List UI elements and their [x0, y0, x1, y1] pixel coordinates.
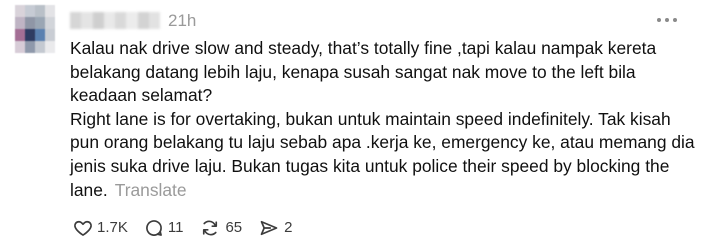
username-redacted[interactable] — [70, 12, 160, 29]
avatar[interactable] — [15, 5, 55, 53]
repost-button[interactable]: 65 — [199, 218, 242, 238]
repost-icon — [203, 220, 218, 236]
reply-button[interactable]: 11 — [144, 218, 184, 238]
post-paragraph: Right lane is for overtaking, bukan untu… — [70, 108, 695, 202]
heart-icon — [74, 220, 92, 236]
share-button[interactable]: 2 — [258, 218, 292, 238]
more-dots-icon — [657, 18, 661, 22]
post-timestamp[interactable]: 21h — [168, 11, 196, 31]
action-bar: 1.7K 11 65 2 — [73, 216, 308, 240]
share-count: 2 — [284, 219, 293, 236]
comment-icon — [145, 220, 162, 236]
like-count: 1.7K — [97, 219, 128, 236]
post-body: Kalau nak drive slow and steady, that’s … — [70, 37, 695, 202]
translate-link[interactable]: Translate — [115, 180, 187, 200]
reply-count: 11 — [167, 219, 184, 236]
more-options-button[interactable] — [652, 12, 682, 28]
repost-count: 65 — [225, 219, 243, 236]
send-icon — [260, 220, 278, 236]
post-card: 21h Kalau nak drive slow and steady, tha… — [0, 0, 703, 245]
post-paragraph: Kalau nak drive slow and steady, that’s … — [70, 38, 657, 106]
like-button[interactable]: 1.7K — [73, 218, 128, 238]
